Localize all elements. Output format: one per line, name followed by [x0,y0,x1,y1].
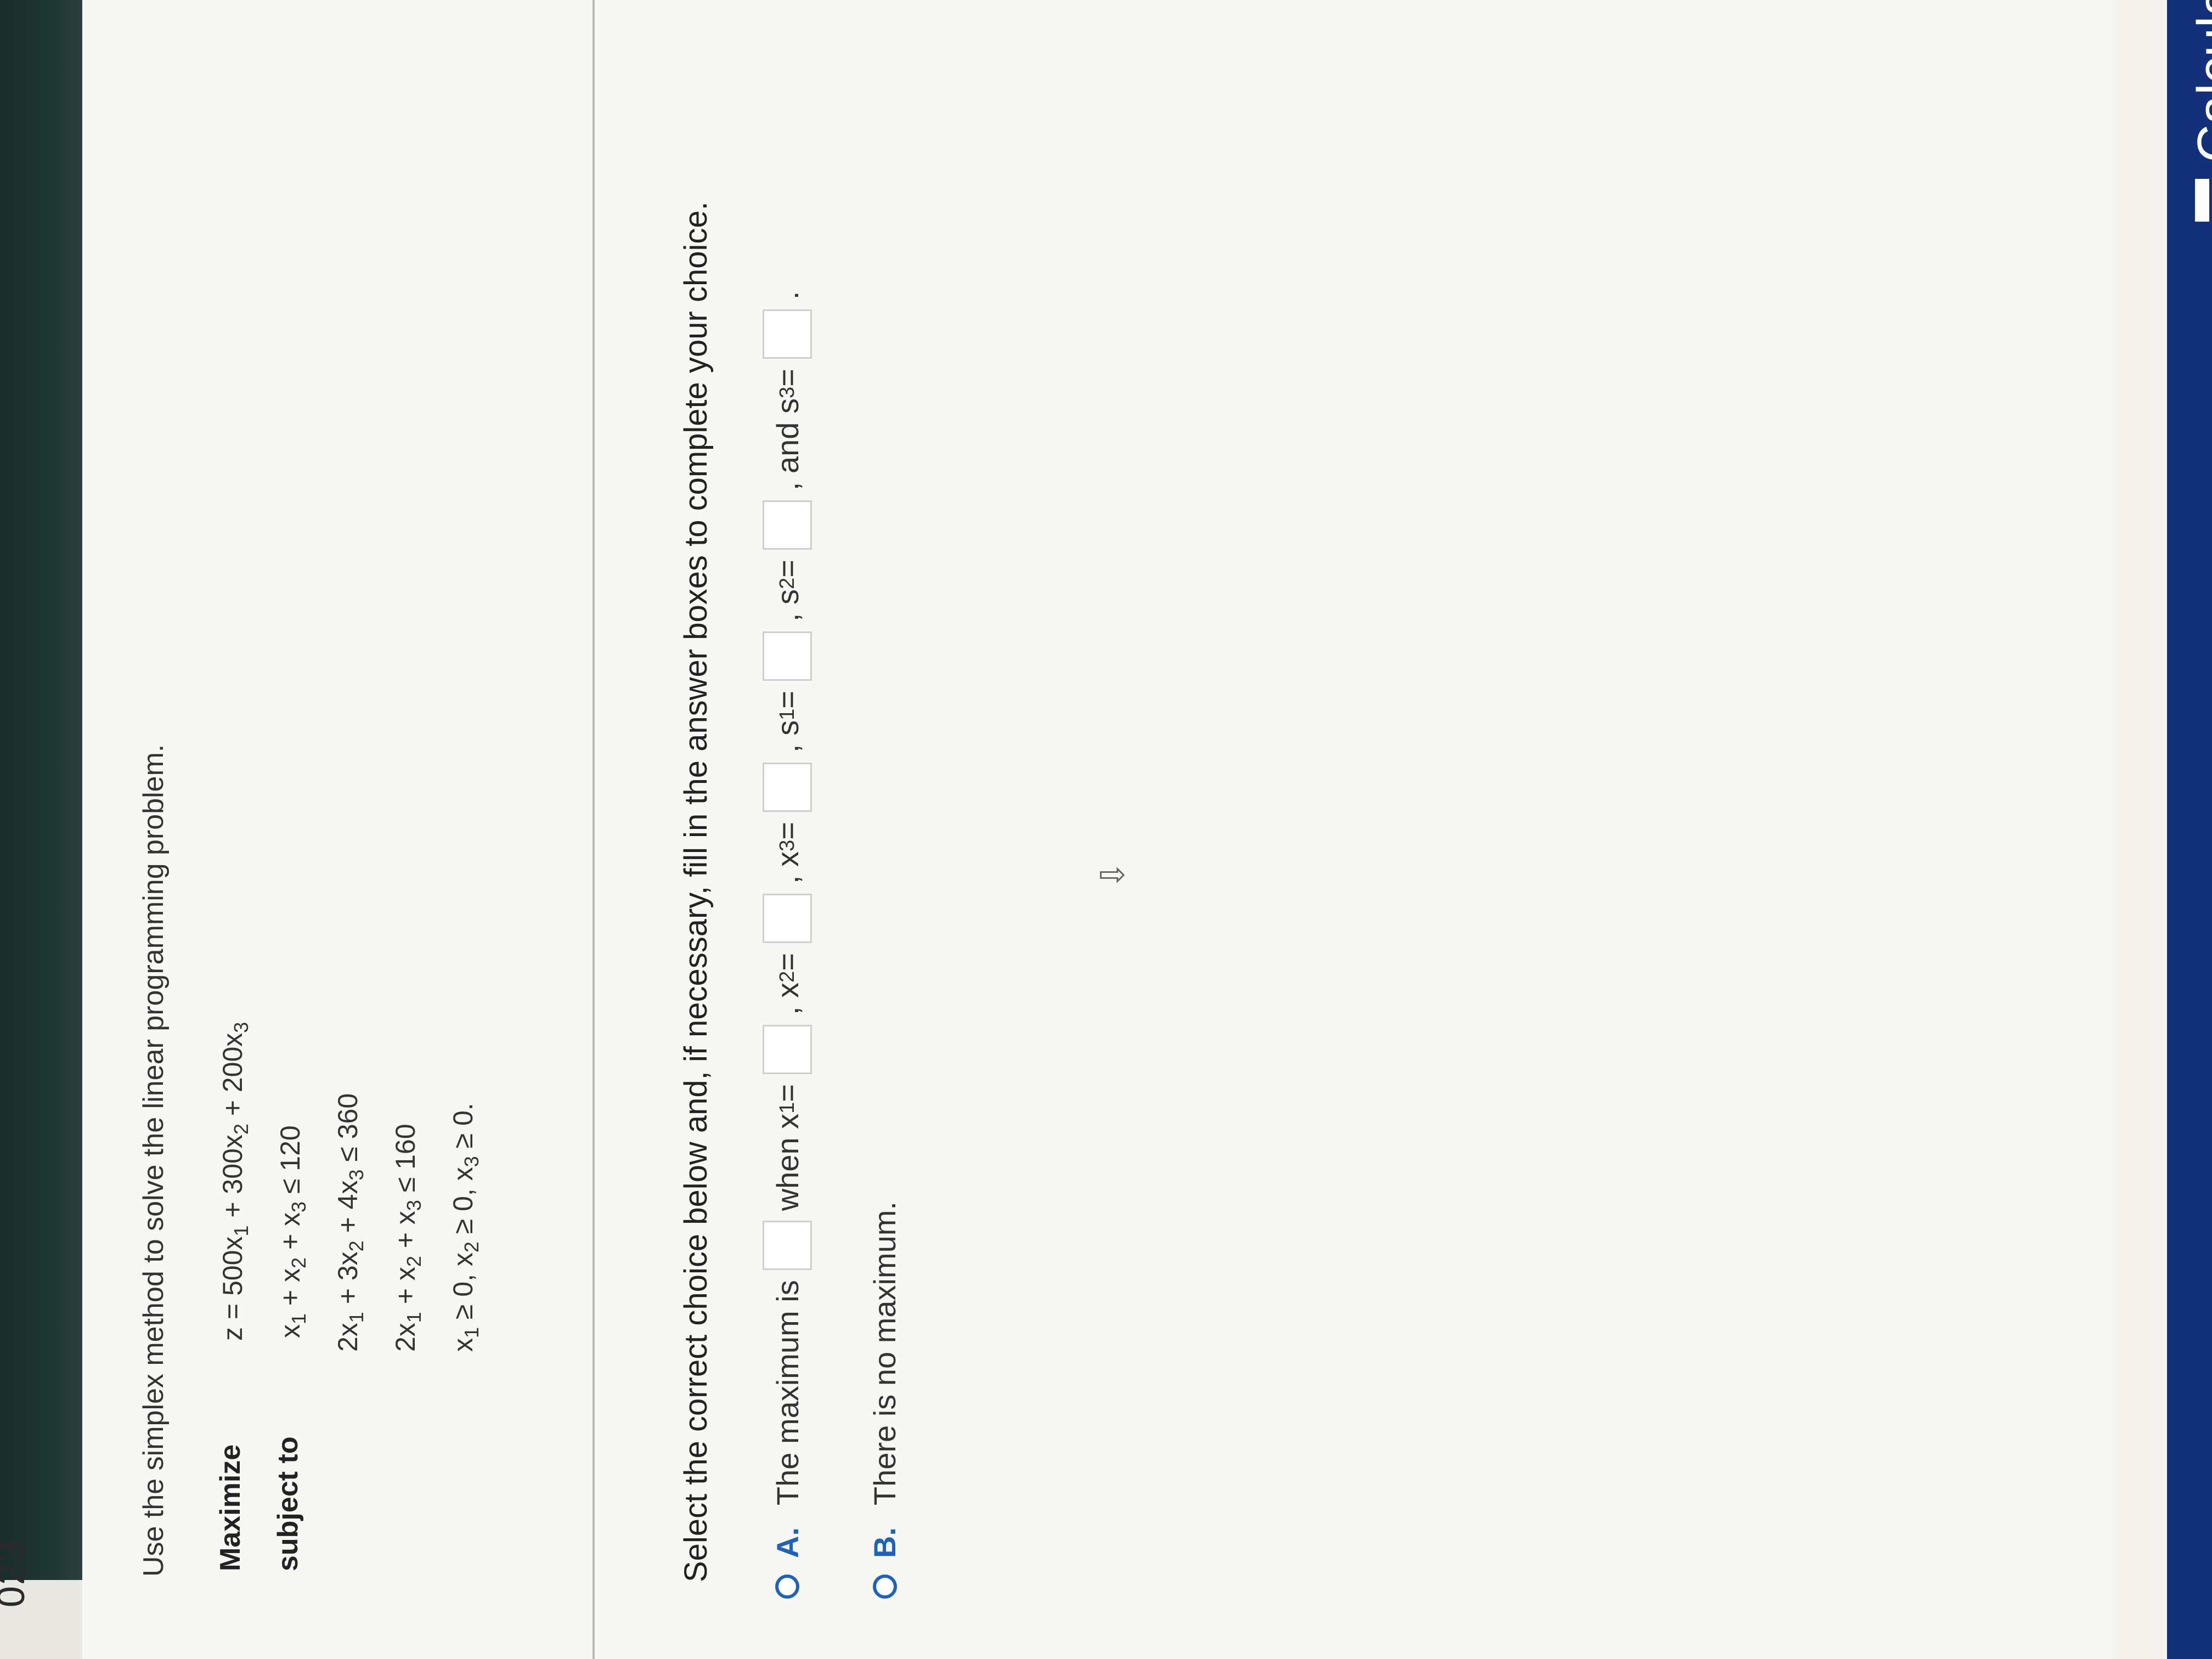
mouse-cursor-icon: ⇧ [1093,861,1130,889]
s2-label: , s [770,589,805,622]
constraint-3: 2x1 + x2 + x3 ≤ 160 [390,1124,425,1352]
x3-subscript: 3 [775,839,799,851]
nonnegativity-constraint: x1 ≥ 0, x2 ≥ 0, x3 ≥ 0. [448,1103,483,1352]
choice-a-text: The maximum is [770,1280,805,1505]
s1-subscript: 1 [775,708,799,720]
choice-a[interactable]: A. The maximum is when x1 = , x2 = , x3 … [763,291,812,1599]
photo-stage: 023 Use the simplex method to solve the … [0,0,2212,1659]
choice-b-radio[interactable] [872,1575,897,1599]
s2-input[interactable] [763,500,812,550]
calculator-label: Calculator [2187,0,2212,162]
choice-a-letter: A. [770,1527,805,1558]
s3-input[interactable] [763,309,812,359]
s2-subscript: 2 [775,577,799,589]
x3-label: , x [770,851,805,884]
x2-label: , x [770,982,805,1015]
choice-b-text: There is no maximum. [867,1201,902,1505]
bottom-toolbar [2167,0,2212,1659]
calculator-icon [2195,179,2212,222]
choice-a-period: . [770,291,805,300]
objective-function: z = 500x1 + 300x2 + 200x3 [217,1022,252,1341]
s1-label: , s [770,720,805,753]
x1-input[interactable] [763,1024,812,1074]
choice-b-letter: B. [867,1527,902,1558]
x2-subscript: 2 [775,970,799,983]
x1-equals: = [770,1084,805,1102]
problem-intro: Use the simplex method to solve the line… [138,744,170,1577]
x2-equals: = [770,953,805,971]
device-frame-edge [0,0,82,1659]
subject-to-label: subject to [272,1436,304,1571]
s1-equals: = [770,691,805,709]
page-number: 023 [0,1540,32,1607]
choice-a-radio[interactable] [775,1575,799,1599]
x3-input[interactable] [763,763,812,812]
divider [592,0,595,1659]
max-value-input[interactable] [763,1221,812,1271]
s1-input[interactable] [763,631,812,681]
constraint-2: 2x1 + 3x2 + 4x3 ≤ 360 [332,1093,368,1352]
instruction-text: Select the correct choice below and, if … [678,201,714,1582]
calculator-button[interactable]: Calculator [2186,0,2212,222]
x2-input[interactable] [763,894,812,944]
s3-equals: = [770,369,805,387]
constraint-1: x1 + x2 + x3 ≤ 120 [275,1125,310,1338]
choice-b[interactable]: B. There is no maximum. [867,1201,902,1599]
maximize-label: Maximize [215,1444,246,1571]
s2-equals: = [770,560,805,578]
s3-label: , and s [770,398,805,491]
question-panel: Use the simplex method to solve the line… [82,0,2212,1659]
x3-equals: = [770,822,805,840]
s3-subscript: 3 [775,386,799,398]
when-x-label: when x [770,1113,805,1211]
x1-subscript: 1 [775,1102,799,1114]
